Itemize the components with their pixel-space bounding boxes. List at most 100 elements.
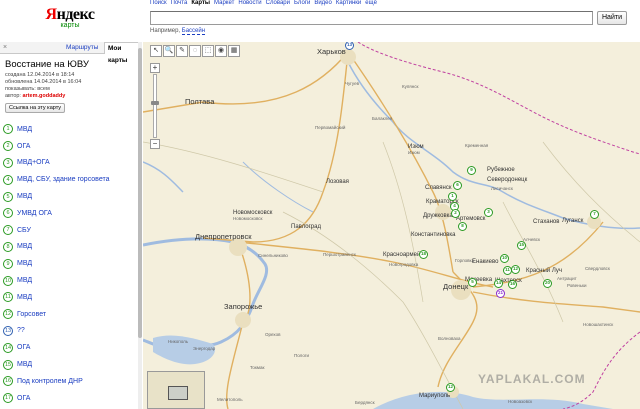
map-marker[interactable]: 5 [468,278,477,287]
overview-minimap[interactable] [147,371,205,409]
list-item[interactable]: 6 УМВД ОГА [0,205,141,222]
service-link[interactable]: Картинки [336,0,361,6]
list-item[interactable]: 10 МВД [0,272,141,289]
map-marker[interactable]: 7 [590,210,599,219]
map-link-button[interactable]: Ссылка на эту карту [5,103,66,113]
map-tool-icon[interactable]: ▦ [228,45,240,57]
list-item[interactable]: 9 МВД [0,255,141,272]
list-item-label: Под контролем ДНР [17,377,83,385]
map-marker[interactable]: 12 [446,383,455,392]
marker-list: 1 МВД 2 ОГА 3 МВД+ОГА 4 МВД, СБУ, здание горсов… [0,121,141,407]
map-marker[interactable]: 8 [458,222,467,231]
example-link[interactable]: Бассейн [181,28,206,35]
zoom-out-button[interactable]: − [150,139,160,149]
zoom-in-button[interactable]: + [150,63,160,73]
map-marker[interactable]: 20 [543,279,552,288]
list-item[interactable]: 4 МВД, СБУ, здание горсовета [0,171,141,188]
city-label: Донецк [443,282,469,291]
tab-routes[interactable]: Маршруты [66,44,98,51]
list-item-label: СБУ [17,226,31,234]
minimap-viewport[interactable] [168,386,188,400]
city-label: Кременная [465,143,489,148]
city-label: Рубежное [487,167,515,173]
service-link[interactable]: Новости [238,0,261,6]
list-item-label: МВД [17,260,33,268]
service-link[interactable]: Блоги [294,0,310,6]
map-tool-icon[interactable]: ◉ [215,45,227,57]
service-link[interactable]: Маркет [214,0,234,6]
marker-number: 3 [3,157,13,168]
service-link[interactable]: Карты [191,0,210,6]
list-item[interactable]: 2 ОГА [0,138,141,155]
service-link[interactable]: ещё [365,0,377,6]
list-item[interactable]: 15 МВД [0,356,141,373]
list-item[interactable]: 16 Под контролем ДНР [0,373,141,390]
map-tool-icon[interactable]: ✎ [176,45,188,57]
author-link[interactable]: artem.goddaddy [23,93,66,99]
list-item[interactable]: 1 МВД [0,121,141,138]
map-marker[interactable]: 21 [496,289,505,298]
list-item[interactable]: 8 МВД [0,239,141,256]
map-marker[interactable]: 1 [448,192,457,201]
list-item-label: ОГА [17,344,31,352]
map-marker[interactable]: 6 [453,181,462,190]
service-link[interactable]: Поиск [150,0,167,6]
map-marker[interactable]: 10 [500,254,509,263]
city-label: Запорожье [224,302,263,311]
city-label: Луганск [562,218,584,224]
service-link[interactable]: Видео [314,0,332,6]
list-item[interactable]: 14 ОГА [0,339,141,356]
city-label: Дружковка [423,213,453,219]
service-link[interactable]: Словари [266,0,290,6]
services-nav: Поиск Почта Карты Маркет Новости Словари Блоги… [150,0,381,6]
list-item[interactable]: 17 ОГА [0,390,141,407]
list-item-label: МВД [17,361,33,369]
yandex-logo[interactable]: Яндекс карты [40,6,100,29]
close-icon[interactable]: × [3,44,7,51]
scrollbar-thumb[interactable] [138,48,142,338]
city-label: Красный Луч [526,268,562,274]
service-link[interactable]: Почта [171,0,188,6]
map-marker[interactable]: 16 [508,280,517,289]
map-marker[interactable]: 18 [419,250,428,259]
search-button[interactable]: Найти [597,11,627,25]
example-prefix: Например, [150,28,181,34]
city-label: Славянск [425,185,452,191]
marker-number: 4 [3,174,13,185]
map-marker[interactable]: 14 [494,279,503,288]
marker-number: 15 [3,359,13,370]
list-item-label: МВД+ОГА [17,159,50,167]
list-item[interactable]: 12 Горсовет [0,306,141,323]
map-marker[interactable]: 9 [467,166,476,175]
list-item[interactable]: 5 МВД [0,188,141,205]
list-item[interactable]: 7 СБУ [0,222,141,239]
list-item-label: УМВД ОГА [17,209,52,217]
list-item-label: МВД [17,193,33,201]
zoom-slider-handle[interactable] [151,101,159,105]
map-tool-icon[interactable]: 🔍 [163,45,175,57]
map-marker[interactable]: 15 [517,241,526,250]
list-item[interactable]: 11 МВД [0,289,141,306]
panel-scrollbar[interactable] [138,42,142,409]
map-tool-icon[interactable]: ⬚ [202,45,214,57]
map-marker[interactable]: 3 [484,208,493,217]
list-item-label: МВД [17,293,33,301]
city-label: Харьков [317,47,346,56]
list-item[interactable]: 3 МВД+ОГА [0,155,141,172]
map-marker[interactable]: 12 [511,265,520,274]
marker-number: 10 [3,275,13,286]
list-item-label: МВД [17,243,33,251]
map-tool-icon[interactable]: ◌ [189,45,201,57]
tab-my-maps[interactable]: Мои карты [104,42,141,64]
map-meta: создана 12.04.2014 в 18:14 обновлена 14.… [5,72,141,100]
zoom-slider[interactable] [151,74,159,138]
map-tool-icon[interactable]: ↖ [150,45,162,57]
map-canvas[interactable]: Харьков Полтава Днепропетровск Запорожье Дон… [143,42,640,409]
search-input[interactable] [150,11,593,25]
city-label: Балаклея [372,116,393,121]
city-label: Орехов [265,332,281,337]
list-item[interactable]: 13?? [0,323,141,340]
city-label: Артемовск [456,216,486,222]
map-marker[interactable]: 2 [451,209,460,218]
map-toolbar: ↖ 🔍 ✎ ◌ ⬚ ◉ ▦ [150,45,241,57]
